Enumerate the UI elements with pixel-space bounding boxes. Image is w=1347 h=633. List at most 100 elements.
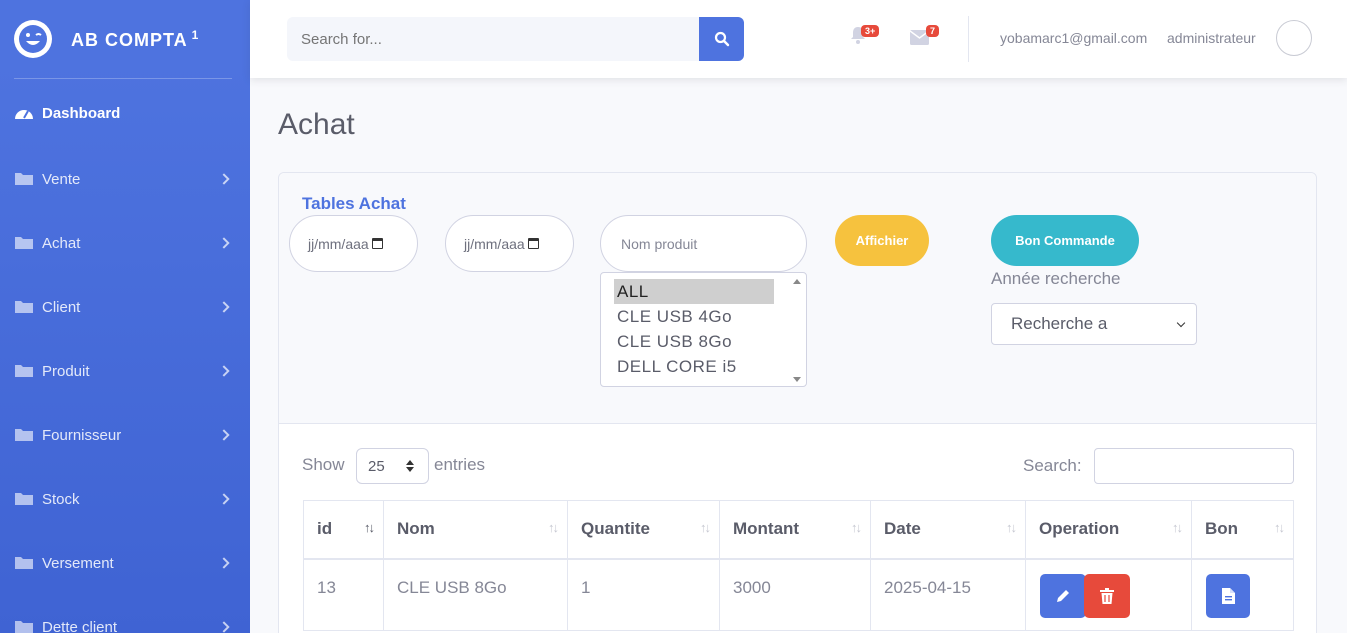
folder-icon xyxy=(15,237,33,249)
sidebar: AB COMPTA 1 Dashboard Vente Achat Client … xyxy=(0,0,250,633)
sort-icon: ↑↓ xyxy=(851,520,862,535)
product-name-input[interactable]: Nom produit xyxy=(600,215,807,272)
laugh-wink-icon xyxy=(14,20,52,58)
folder-icon xyxy=(15,173,33,185)
brand[interactable]: AB COMPTA 1 xyxy=(0,0,250,78)
sort-icon: ↑↓ xyxy=(700,520,711,535)
cell-montant: 3000 xyxy=(719,558,871,631)
alerts-button[interactable]: 3+ xyxy=(850,25,880,49)
avatar[interactable] xyxy=(1276,20,1312,56)
entries-select[interactable]: 25 xyxy=(356,448,429,484)
cell-operation xyxy=(1025,558,1192,631)
sidebar-item-stock[interactable]: Stock xyxy=(0,467,250,531)
scroll-up-arrow-icon[interactable] xyxy=(793,279,801,284)
column-header-montant[interactable]: Montant ↑↓ xyxy=(719,500,871,560)
calendar-icon[interactable] xyxy=(527,238,539,249)
chevron-down-icon xyxy=(1176,318,1186,328)
scroll-down-arrow-icon[interactable] xyxy=(793,377,801,382)
sidebar-item-versement[interactable]: Versement xyxy=(0,531,250,595)
edit-button[interactable] xyxy=(1040,573,1086,618)
page-title: Achat xyxy=(278,108,355,141)
chevron-right-icon xyxy=(218,429,230,441)
topbar-search xyxy=(287,17,744,61)
list-option[interactable]: ALL xyxy=(614,279,774,304)
sidebar-item-vente[interactable]: Vente xyxy=(0,147,250,211)
chevron-right-icon xyxy=(218,557,230,569)
cell-quantite: 1 xyxy=(567,558,720,631)
chevron-right-icon xyxy=(218,493,230,505)
delete-button[interactable] xyxy=(1084,573,1130,618)
file-document-icon xyxy=(1221,587,1235,604)
pencil-icon xyxy=(1057,589,1069,602)
user-email[interactable]: yobamarc1@gmail.com xyxy=(1000,30,1147,46)
chevron-right-icon xyxy=(218,301,230,313)
sidebar-item-client[interactable]: Client xyxy=(0,275,250,339)
chevron-right-icon xyxy=(218,173,230,185)
chevron-right-icon xyxy=(218,621,230,633)
date-to-input[interactable]: jj/mm/aaa xyxy=(445,215,574,272)
bon-document-button[interactable] xyxy=(1206,573,1250,618)
messages-badge: 7 xyxy=(926,25,940,37)
folder-icon xyxy=(15,621,33,633)
cell-id: 13 xyxy=(303,558,384,631)
sort-icon: ↑↓ xyxy=(364,520,375,535)
search-icon xyxy=(714,31,729,47)
sidebar-item-dashboard[interactable]: Dashboard xyxy=(0,79,250,147)
date-from-input[interactable]: jj/mm/aaa xyxy=(289,215,418,272)
table-search-input[interactable] xyxy=(1094,448,1294,484)
sidebar-item-fournisseur[interactable]: Fournisseur xyxy=(0,403,250,467)
listbox-scrollbar[interactable] xyxy=(789,273,806,386)
topbar-divider xyxy=(968,16,969,62)
column-header-bon[interactable]: Bon ↑↓ xyxy=(1191,500,1294,560)
column-header-date[interactable]: Date ↑↓ xyxy=(870,500,1026,560)
column-header-quantite[interactable]: Quantite ↑↓ xyxy=(567,500,720,560)
column-header-nom[interactable]: Nom ↑↓ xyxy=(383,500,568,560)
column-header-operation[interactable]: Operation ↑↓ xyxy=(1025,500,1192,560)
chevron-right-icon xyxy=(218,365,230,377)
achat-card: Tables Achat jj/mm/aaa jj/mm/aaa Nom pro… xyxy=(278,172,1317,633)
bon-commande-button[interactable]: Bon Commande xyxy=(991,215,1139,266)
annee-label: Année recherche xyxy=(991,269,1121,288)
folder-icon xyxy=(15,493,33,505)
sort-icon: ↑↓ xyxy=(1006,520,1017,535)
chevron-right-icon xyxy=(218,237,230,249)
table-search-label: Search: xyxy=(1023,456,1082,475)
table-row: 13 CLE USB 8Go 1 3000 2025-04-15 xyxy=(303,558,1294,631)
folder-icon xyxy=(15,429,33,441)
sidebar-item-produit[interactable]: Produit xyxy=(0,339,250,403)
search-input[interactable] xyxy=(287,17,699,61)
messages-button[interactable]: 7 xyxy=(909,25,940,50)
sort-updown-icon xyxy=(406,460,414,472)
afficher-button[interactable]: Affichier xyxy=(835,215,929,266)
show-label: Show xyxy=(302,455,345,474)
sort-icon: ↑↓ xyxy=(548,520,559,535)
brand-name: AB COMPTA 1 xyxy=(71,27,200,50)
sidebar-item-achat[interactable]: Achat xyxy=(0,211,250,275)
card-title: Tables Achat xyxy=(302,194,406,213)
list-option[interactable]: CLE USB 8Go xyxy=(614,329,774,354)
folder-icon xyxy=(15,301,33,313)
card-header: Tables Achat jj/mm/aaa jj/mm/aaa Nom pro… xyxy=(279,173,1316,424)
list-option[interactable]: DELL CORE i5 xyxy=(614,354,774,379)
sort-icon: ↑↓ xyxy=(1172,520,1183,535)
calendar-icon[interactable] xyxy=(371,238,383,249)
achat-table: id ↑↓ Nom ↑↓ Quantite ↑↓ Montant ↑↓ Date ↑↓ O… xyxy=(303,500,1294,631)
user-role[interactable]: administrateur xyxy=(1167,30,1256,46)
product-listbox[interactable]: ALL CLE USB 4Go CLE USB 8Go DELL CORE i5 xyxy=(600,272,807,387)
sidebar-item-dette-client[interactable]: Dette client xyxy=(0,595,250,633)
folder-icon xyxy=(15,557,33,569)
annee-select[interactable]: Recherche a xyxy=(991,303,1197,345)
trash-icon xyxy=(1100,587,1114,604)
cell-bon xyxy=(1191,558,1294,631)
cell-nom: CLE USB 8Go xyxy=(383,558,568,631)
folder-icon xyxy=(15,365,33,377)
cell-date: 2025-04-15 xyxy=(870,558,1026,631)
list-option[interactable]: CLE USB 4Go xyxy=(614,304,774,329)
search-button[interactable] xyxy=(699,17,744,61)
alerts-badge: 3+ xyxy=(861,25,880,37)
column-header-id[interactable]: id ↑↓ xyxy=(303,500,384,560)
sort-icon: ↑↓ xyxy=(1274,520,1285,535)
topbar: 3+ 7 yobamarc1@gmail.com administrateur xyxy=(250,0,1347,78)
tachometer-icon xyxy=(15,110,33,119)
entries-label: entries xyxy=(434,455,486,474)
